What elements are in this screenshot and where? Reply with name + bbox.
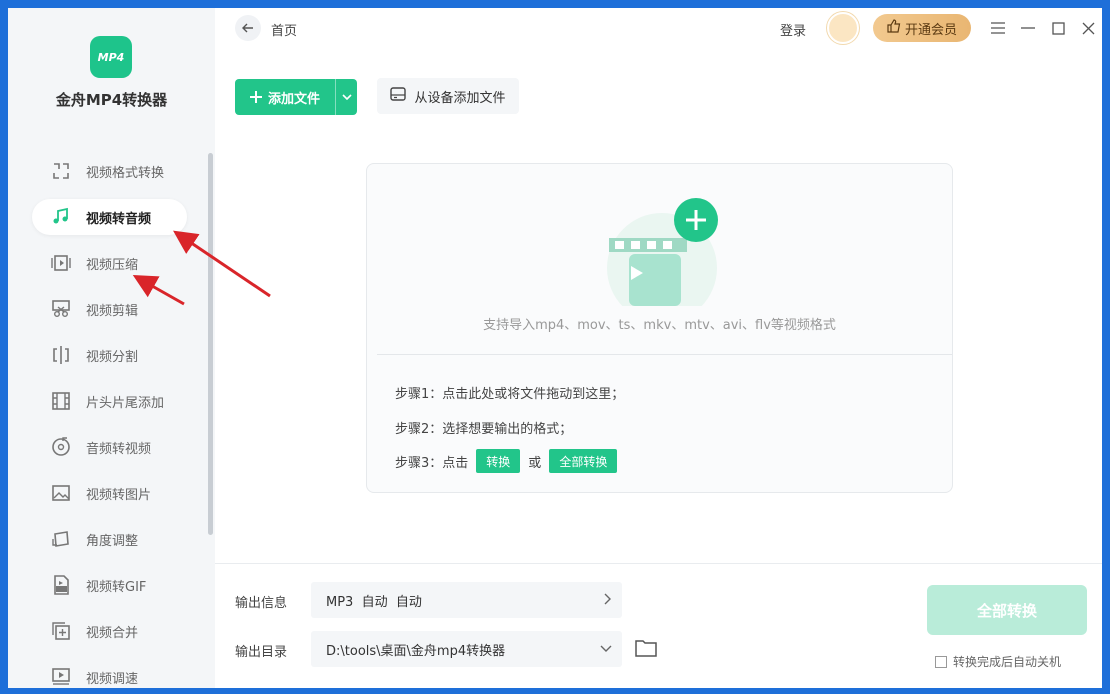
sidebar-item-video-merge[interactable]: 视频合并 — [32, 613, 187, 649]
close-icon[interactable] — [1079, 19, 1097, 37]
device-icon — [390, 87, 407, 105]
sidebar-item-video-compress[interactable]: 视频压缩 — [32, 245, 187, 281]
sidebar-item-label: 视频合并 — [86, 625, 139, 641]
sidebar-item-video-speed[interactable]: 视频调速 — [32, 659, 187, 688]
sidebar-scrollbar[interactable] — [208, 153, 213, 535]
maximize-icon[interactable] — [1049, 19, 1067, 37]
thumbs-up-icon — [887, 19, 901, 37]
minimize-icon[interactable] — [1019, 19, 1037, 37]
sidebar-item-label: 角度调整 — [86, 533, 139, 549]
output-dir-select[interactable]: D:\tools\桌面\金舟mp4转换器 — [311, 631, 622, 667]
auto-shutdown-option[interactable]: 转换完成后自动关机 — [935, 653, 1061, 670]
sidebar-item-label: 视频分割 — [86, 349, 139, 365]
sidebar-item-video-format[interactable]: 视频格式转换 — [32, 153, 187, 189]
sidebar-item-audio-to-video[interactable]: 音频转视频 — [32, 429, 187, 465]
add-from-device-button[interactable]: 从设备添加文件 — [377, 78, 519, 114]
sidebar-item-video-to-audio[interactable]: 视频转音频 — [32, 199, 187, 235]
bottom-divider — [215, 563, 1102, 564]
login-link[interactable]: 登录 — [780, 20, 806, 39]
add-file-main[interactable]: 添加文件 — [235, 79, 335, 115]
audio-disc-icon — [50, 436, 72, 458]
output-info-label: 输出信息 — [235, 596, 288, 611]
video-format-icon — [50, 160, 72, 182]
merge-icon — [50, 620, 72, 642]
vip-button[interactable]: 开通会员 — [873, 14, 971, 42]
chevron-down-icon — [341, 94, 352, 100]
step-2: 步骤2：选择想要输出的格式； — [395, 422, 573, 437]
convert-tag: 转换 — [476, 449, 521, 473]
sidebar: MP4 金舟MP4转换器 视频格式转换 视频转音频 视频压缩 视频剪辑 视频分割… — [8, 8, 215, 688]
sidebar-item-video-to-image[interactable]: 视频转图片 — [32, 475, 187, 511]
supported-formats-text: 支持导入mp4、mov、ts、mkv、mtv、avi、flv等视频格式 — [483, 318, 836, 333]
add-from-device-label: 从设备添加文件 — [414, 90, 506, 106]
sidebar-item-video-to-gif[interactable]: 视频转GIF — [32, 567, 187, 603]
sidebar-item-label: 视频调速 — [86, 671, 139, 687]
auto-shutdown-label: 转换完成后自动关机 — [953, 655, 1062, 669]
chevron-down-icon — [600, 645, 612, 652]
music-note-icon — [50, 206, 72, 228]
split-icon — [50, 344, 72, 366]
rotate-icon — [50, 528, 72, 550]
step-3-or: 或 — [528, 455, 542, 471]
add-file-button[interactable]: 添加文件 — [235, 79, 357, 115]
sidebar-item-label: 音频转视频 — [86, 441, 152, 457]
output-info-value: MP3 自动 自动 — [326, 594, 422, 610]
back-button[interactable] — [235, 15, 261, 41]
step-3-prefix: 步骤3：点击 — [395, 455, 469, 471]
logo-text: MP4 — [97, 50, 125, 64]
breadcrumb: 首页 — [271, 24, 298, 39]
sidebar-item-label: 片头片尾添加 — [86, 395, 165, 411]
output-info-selector[interactable]: MP3 自动 自动 — [311, 582, 622, 618]
app-logo: MP4 — [90, 36, 132, 78]
video-import-illustration — [607, 198, 718, 306]
open-folder-button[interactable] — [635, 639, 657, 661]
plus-icon — [249, 91, 262, 103]
folder-icon — [635, 640, 657, 657]
sidebar-item-label: 视频转GIF — [86, 579, 147, 595]
compress-icon — [50, 252, 72, 274]
divider — [377, 354, 952, 355]
avatar[interactable] — [827, 12, 859, 44]
vip-label: 开通会员 — [904, 22, 957, 38]
film-strip-icon — [50, 390, 72, 412]
app-window: MP4 金舟MP4转换器 视频格式转换 视频转音频 视频压缩 视频剪辑 视频分割… — [8, 8, 1102, 688]
scissors-icon — [50, 298, 72, 320]
sidebar-item-label: 视频转音频 — [86, 211, 152, 227]
step-3: 步骤3：点击 转换 或 全部转换 — [395, 449, 625, 473]
auto-shutdown-checkbox[interactable] — [935, 655, 947, 668]
speed-icon — [50, 666, 72, 688]
sidebar-item-video-split[interactable]: 视频分割 — [32, 337, 187, 373]
arrow-left-icon — [242, 23, 253, 33]
image-icon — [50, 482, 72, 504]
sidebar-item-label: 视频压缩 — [86, 257, 139, 273]
gif-icon — [50, 574, 72, 596]
output-dir-value: D:\tools\桌面\金舟mp4转换器 — [326, 643, 506, 659]
top-bar: 首页 登录 开通会员 — [215, 8, 1102, 50]
app-name: 金舟MP4转换器 — [55, 91, 168, 109]
convert-all-button[interactable]: 全部转换 — [927, 585, 1087, 635]
add-file-label: 添加文件 — [267, 91, 320, 107]
chevron-right-icon — [604, 593, 611, 605]
sidebar-item-label: 视频剪辑 — [86, 303, 139, 319]
sidebar-item-label: 视频转图片 — [86, 487, 152, 503]
sidebar-item-label: 视频格式转换 — [86, 165, 165, 181]
file-drop-zone[interactable]: 支持导入mp4、mov、ts、mkv、mtv、avi、flv等视频格式 步骤1：… — [366, 163, 953, 493]
add-file-dropdown[interactable] — [335, 79, 357, 115]
output-dir-label: 输出目录 — [235, 645, 288, 660]
step-1: 步骤1：点击此处或将文件拖动到这里； — [395, 387, 625, 402]
menu-icon[interactable] — [989, 19, 1007, 37]
sidebar-item-intro-outro[interactable]: 片头片尾添加 — [32, 383, 187, 419]
sidebar-item-video-edit[interactable]: 视频剪辑 — [32, 291, 187, 327]
sidebar-item-angle-adjust[interactable]: 角度调整 — [32, 521, 187, 557]
convert-all-tag: 全部转换 — [549, 449, 618, 473]
